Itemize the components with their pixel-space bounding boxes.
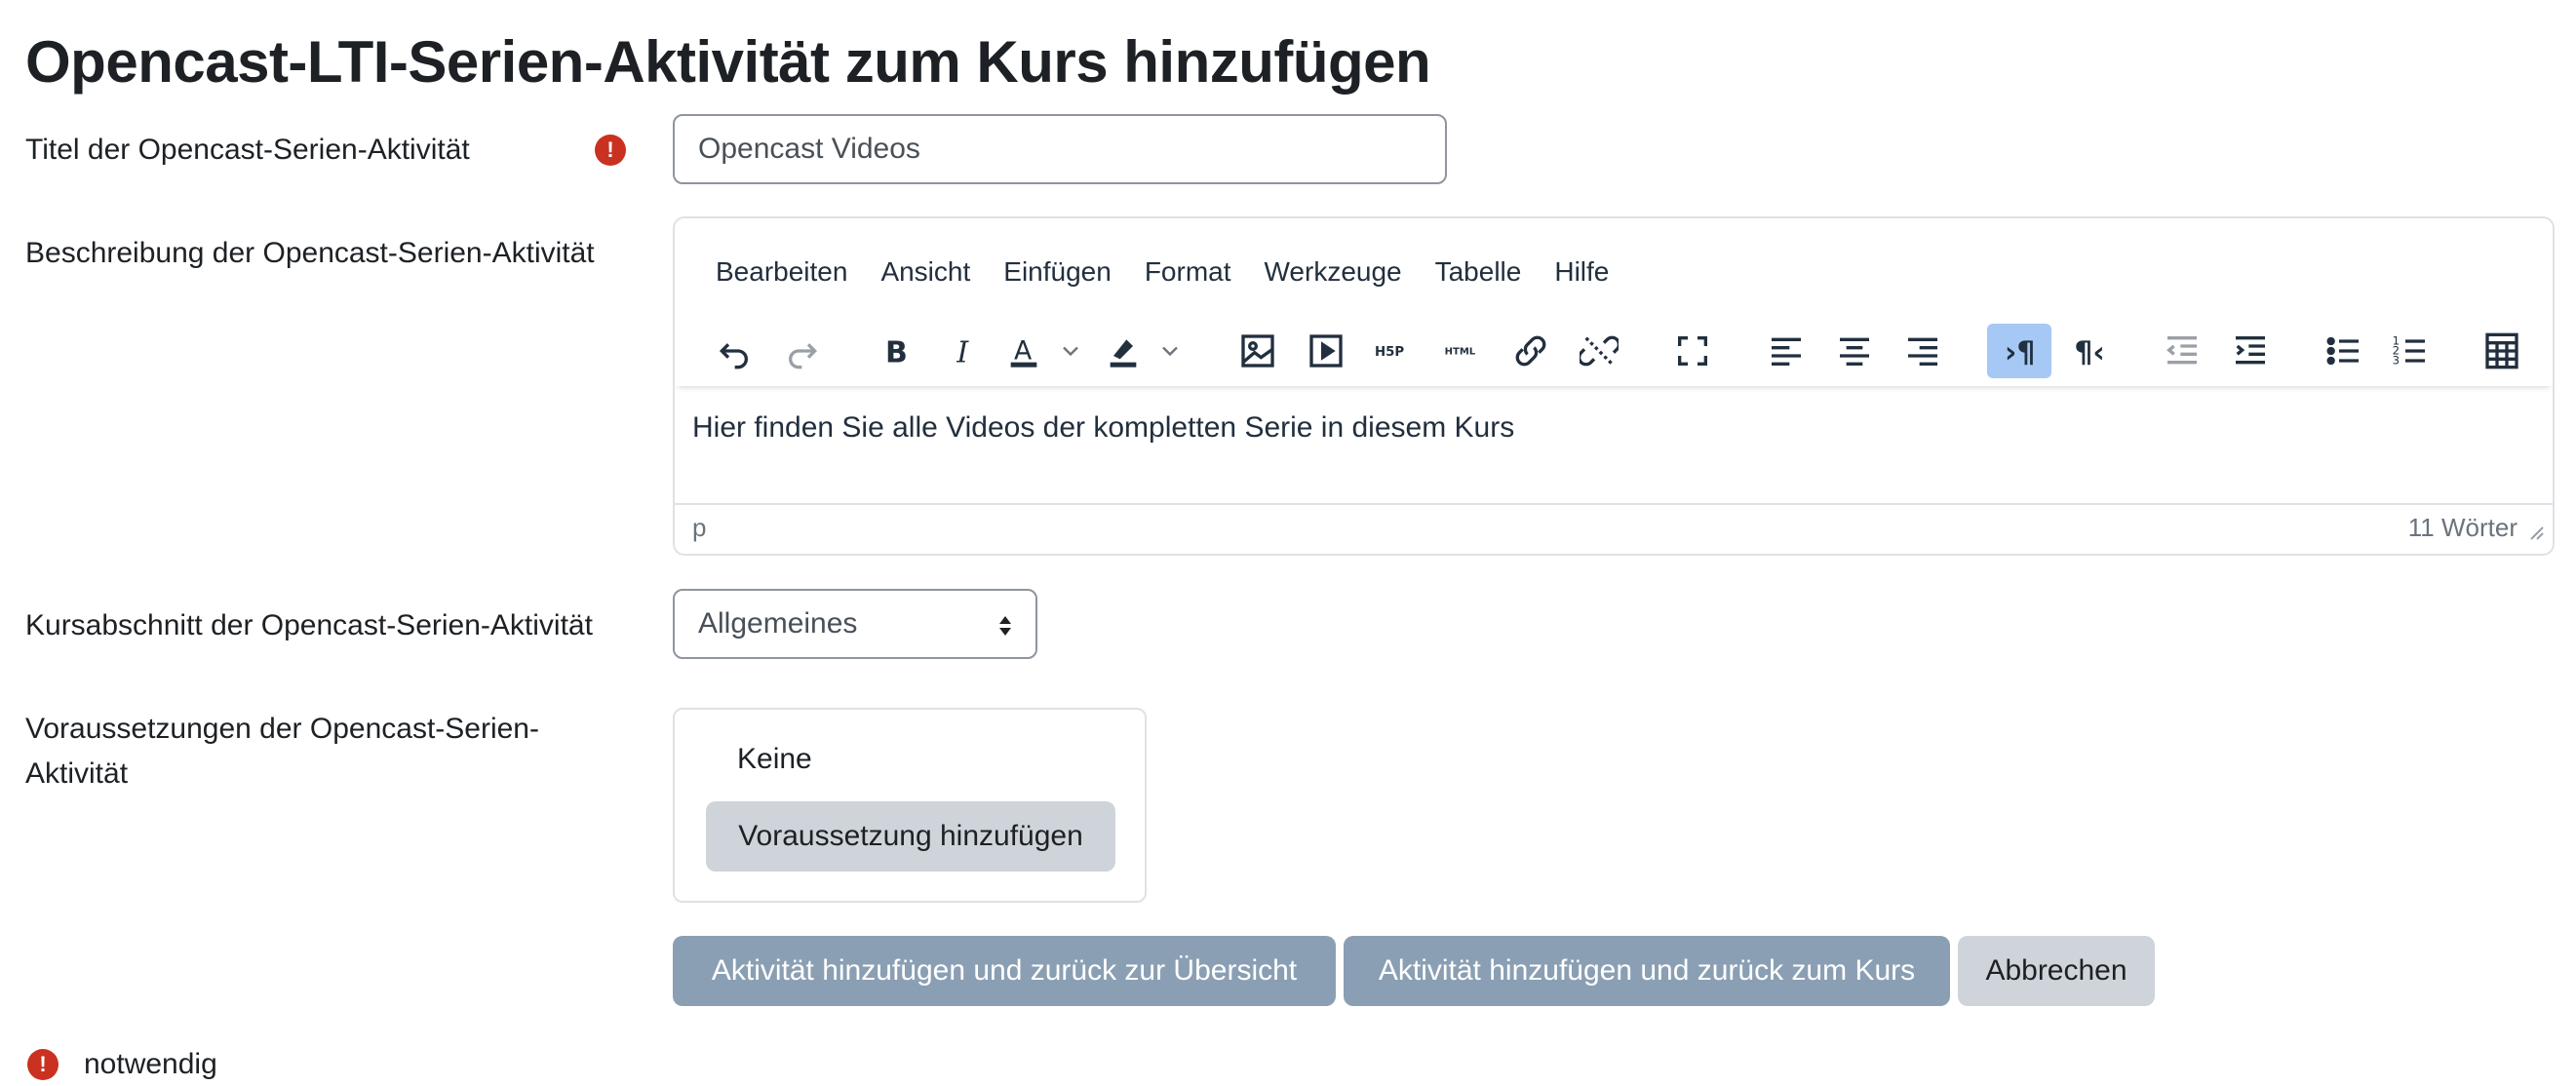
required-icon: ! [595, 135, 626, 166]
resize-handle-icon[interactable] [2527, 518, 2545, 548]
title-input-value: Opencast Videos [698, 133, 920, 165]
numbered-list-icon[interactable]: 123 [2383, 324, 2438, 378]
svg-text:›¶: ›¶ [2005, 336, 2035, 370]
menu-bearbeiten[interactable]: Bearbeiten [716, 248, 847, 296]
redo-icon[interactable] [776, 324, 831, 378]
highlight-color-icon[interactable] [1096, 324, 1151, 378]
menu-format[interactable]: Format [1145, 248, 1231, 296]
svg-text:H5P: H5P [1375, 345, 1404, 360]
select-arrows-icon [998, 612, 1012, 645]
menu-hilfe[interactable]: Hilfe [1554, 248, 1609, 296]
unlink-icon[interactable] [1572, 324, 1626, 378]
ltr-icon[interactable]: ›¶ [1987, 324, 2051, 378]
restrictions-label: Voraussetzungen der Opencast-Serien-Akti… [25, 713, 539, 790]
required-icon: ! [27, 1049, 59, 1080]
editor-toolbar: B I A H5P HTML ›¶ ¶‹ 1 2 3 [675, 316, 2553, 386]
align-right-icon[interactable] [1895, 324, 1950, 378]
menu-werkzeuge[interactable]: Werkzeuge [1265, 248, 1402, 296]
title-input[interactable]: Opencast Videos [673, 114, 1447, 184]
outdent-icon[interactable] [2155, 324, 2209, 378]
highlight-chevron-icon[interactable] [1156, 324, 1184, 378]
calculator-icon[interactable] [2475, 324, 2529, 378]
menu-tabelle[interactable]: Tabelle [1435, 248, 1522, 296]
svg-text:3: 3 [2393, 353, 2400, 367]
menu-einfuegen[interactable]: Einfügen [1003, 248, 1112, 296]
svg-text:¶‹: ¶‹ [2074, 336, 2104, 370]
editor-menubar: Bearbeiten Ansicht Einfügen Format Werkz… [675, 248, 1609, 296]
svg-text:B: B [885, 336, 908, 370]
section-select[interactable]: Allgemeines [673, 589, 1037, 659]
page-title: Opencast-LTI-Serien-Aktivität zum Kurs h… [25, 29, 1431, 95]
description-editor[interactable]: Bearbeiten Ansicht Einfügen Format Werkz… [673, 216, 2555, 556]
description-label: Beschreibung der Opencast-Serien-Aktivit… [25, 237, 595, 269]
indent-icon[interactable] [2223, 324, 2278, 378]
section-select-value: Allgemeines [698, 607, 858, 640]
save-return-course-button[interactable]: Aktivität hinzufügen und zurück zum Kurs [1344, 936, 1950, 1006]
text-color-chevron-icon[interactable] [1057, 324, 1084, 378]
svg-text:A: A [1014, 335, 1033, 366]
restrictions-none-text: Keine [737, 743, 812, 775]
save-return-overview-button[interactable]: Aktivität hinzufügen und zurück zur Über… [673, 936, 1336, 1006]
bold-icon[interactable]: B [868, 324, 922, 378]
link-icon[interactable] [1503, 324, 1558, 378]
word-count: 11 Wörter [2407, 513, 2517, 542]
html-icon[interactable]: HTML [1435, 324, 1490, 378]
undo-icon[interactable] [706, 324, 761, 378]
bullet-list-icon[interactable] [2317, 324, 2371, 378]
text-color-icon[interactable]: A [996, 324, 1051, 378]
restrictions-box: Keine Voraussetzung hinzufügen [673, 708, 1147, 903]
italic-icon[interactable]: I [936, 324, 991, 378]
menu-ansicht[interactable]: Ansicht [880, 248, 970, 296]
h5p-icon[interactable]: H5P [1367, 324, 1422, 378]
editor-content[interactable]: Hier finden Sie alle Videos der komplett… [692, 411, 1514, 445]
svg-text:HTML: HTML [1445, 346, 1476, 357]
align-left-icon[interactable] [1759, 324, 1814, 378]
svg-text:I: I [956, 336, 969, 370]
image-icon[interactable] [1230, 324, 1285, 378]
cancel-button[interactable]: Abbrechen [1958, 936, 2155, 1006]
fullscreen-icon[interactable] [1665, 324, 1720, 378]
required-note: notwendig [84, 1048, 217, 1080]
editor-path[interactable]: p [692, 513, 706, 543]
add-restriction-button[interactable]: Voraussetzung hinzufügen [706, 801, 1115, 872]
section-label: Kursabschnitt der Opencast-Serien-Aktivi… [25, 609, 593, 641]
title-label: Titel der Opencast-Serien-Aktivität [25, 134, 470, 166]
media-icon[interactable] [1299, 324, 1353, 378]
rtl-icon[interactable]: ¶‹ [2063, 324, 2118, 378]
align-center-icon[interactable] [1827, 324, 1882, 378]
editor-statusbar: p 11 Wörter [675, 503, 2553, 554]
